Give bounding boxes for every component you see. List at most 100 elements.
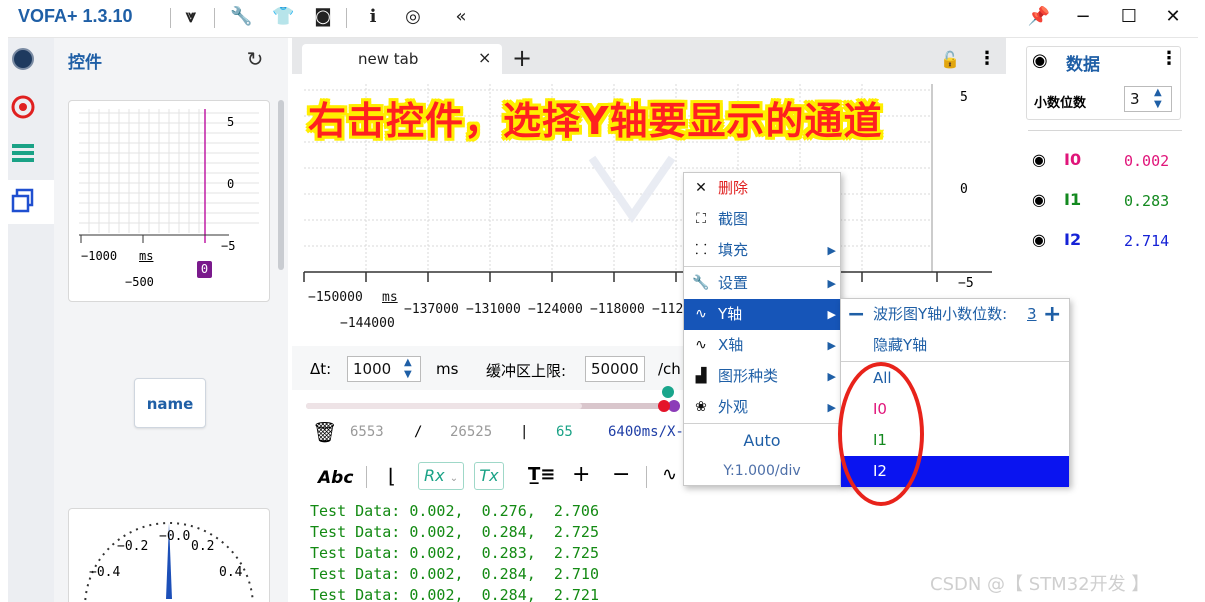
maximize-icon[interactable]: ☐ — [1114, 4, 1144, 30]
control-panel-scrollbar[interactable] — [278, 100, 284, 270]
rx-label: Rx — [424, 466, 445, 485]
plot-y-tick: −5 — [958, 276, 974, 291]
record-icon[interactable] — [8, 92, 38, 122]
eye-icon[interactable]: ◉ — [1032, 190, 1046, 209]
eye-icon[interactable]: ◉ — [1032, 230, 1046, 249]
text-format-icon[interactable]: T̲≡ — [528, 464, 555, 485]
widgets-icon[interactable] — [8, 186, 38, 216]
mini-wave-y-tick: 0 — [227, 177, 235, 191]
decimals-input[interactable]: 3 — [1124, 86, 1172, 112]
data-more-icon[interactable]: ⋮ — [1160, 48, 1178, 69]
context-menu: ✕ 删除 ⛶ 截图 ⸬ 填充 ▶ 🔧 设置 ▶ ∿ Y轴 ▶ ∿ X轴 ▶ ▟ … — [683, 172, 841, 486]
connection-dot-icon[interactable] — [8, 44, 38, 74]
channel-handles-icon[interactable] — [654, 384, 684, 418]
watermark: CSDN @【 STM32开发 】 — [930, 574, 1150, 595]
menu-item-label: 删除 — [718, 179, 749, 197]
gauge-tick: −0.2 — [117, 539, 149, 554]
submenu-decimals-row: − 波形图Y轴小数位数: 3 + — [841, 299, 1069, 330]
text-mode-button[interactable]: Abc — [318, 468, 353, 488]
mini-wave-y-tick: 5 — [227, 115, 235, 129]
decimals-value: 3 — [1130, 90, 1140, 108]
shirt-icon[interactable]: 👕 — [272, 6, 294, 28]
menu-item-y-axis[interactable]: ∿ Y轴 ▶ — [684, 299, 840, 330]
annotation-overlay: 右击控件，选择Y轴要显示的通道 — [308, 99, 883, 143]
menu-item-label: X轴 — [718, 336, 744, 354]
palette-icon: ❀ — [695, 399, 707, 415]
plot-x-tick: −124000 — [528, 302, 583, 317]
vofa-logo-icon[interactable]: ⩔ — [180, 6, 202, 28]
channel-row-i2[interactable]: ◉ I2 2.714 — [1030, 230, 1190, 254]
dt-spinner-icon[interactable]: ▲ ▼ — [404, 357, 412, 381]
eye-icon[interactable]: ◉ — [1032, 150, 1046, 169]
submenu-hide-y-axis[interactable]: 隐藏Y轴 — [841, 330, 1069, 361]
submenu-arrow-icon: ▶ — [827, 308, 836, 321]
screenshot-icon[interactable]: ◙ — [312, 6, 334, 28]
menu-item-settings[interactable]: 🔧 设置 ▶ — [684, 268, 840, 299]
submenu-arrow-icon: ▶ — [827, 370, 836, 383]
eye-icon[interactable]: ◉ — [1032, 50, 1048, 71]
console-line: Test Data: 0.002, 0.284, 2.721 — [310, 586, 599, 602]
name-button[interactable]: name — [134, 378, 206, 428]
increment-icon[interactable]: + — [1043, 299, 1061, 330]
mini-wave-x-tick: −1000 — [81, 249, 118, 263]
highlight-ellipse — [838, 362, 924, 506]
channel-row-i1[interactable]: ◉ I1 0.283 — [1030, 190, 1190, 214]
menu-item-delete[interactable]: ✕ 删除 — [684, 173, 840, 204]
buffer-value: 50000 — [591, 360, 639, 378]
rx-chevron-icon: ⌄ — [449, 473, 459, 484]
console-line: Test Data: 0.002, 0.284, 2.725 — [310, 523, 599, 541]
plot-x-unit: ms — [382, 290, 398, 305]
plot-x-tick: −118000 — [590, 302, 645, 317]
decimals-spinner-icon[interactable]: ▲ ▼ — [1154, 87, 1162, 111]
menu-item-auto[interactable]: Auto — [684, 425, 840, 456]
gauge-tick: 0.2 — [191, 539, 215, 554]
channel-value: 2.714 — [1124, 232, 1170, 250]
submenu-arrow-icon: ▶ — [827, 277, 836, 290]
menu-item-label: 设置 — [718, 274, 749, 292]
data-list-icon[interactable] — [8, 138, 38, 168]
wrench-icon[interactable]: 🔧 — [230, 6, 252, 28]
collapse-icon[interactable]: « — [450, 6, 472, 28]
menu-item-appearance[interactable]: ❀ 外观 ▶ — [684, 392, 840, 423]
plot-x-tick: −137000 — [404, 302, 459, 317]
gauge-tick: 0.4 — [219, 565, 243, 580]
decrement-icon[interactable]: − — [847, 299, 865, 330]
menu-item-fill[interactable]: ⸬ 填充 ▶ — [684, 235, 840, 266]
add-tab-icon[interactable]: + — [512, 44, 532, 72]
gauge-widget[interactable]: −0.2 −0.0 0.2 −0.4 0.4 — [68, 508, 270, 602]
rx-toggle[interactable]: Rx ⌄ — [418, 462, 464, 490]
pin-icon[interactable]: 📌 — [1024, 4, 1054, 30]
gauge-tick: −0.0 — [159, 529, 191, 544]
unlock-icon[interactable]: 🔓 — [940, 50, 960, 69]
submenu-hide-label: 隐藏Y轴 — [873, 336, 928, 354]
menu-separator — [684, 266, 840, 267]
fingerprint-icon[interactable]: ◎ — [402, 6, 424, 28]
console-line: Test Data: 0.002, 0.284, 2.710 — [310, 565, 599, 583]
menu-item-chart-type[interactable]: ▟ 图形种类 ▶ — [684, 361, 840, 392]
menu-item-screenshot[interactable]: ⛶ 截图 — [684, 204, 840, 235]
menu-item-x-axis[interactable]: ∿ X轴 ▶ — [684, 330, 840, 361]
zoom-out-button[interactable]: − — [612, 462, 630, 487]
fill-icon: ⸬ — [695, 242, 707, 258]
plot-x-tick: −112 — [652, 302, 684, 317]
hook-icon[interactable]: ⌊ — [388, 464, 396, 488]
submenu-decimals-value[interactable]: 3 — [1027, 299, 1037, 330]
zoom-in-button[interactable]: + — [572, 462, 590, 487]
mini-wave-x-tick: −500 — [125, 275, 154, 289]
gauge-tick: −0.4 — [89, 565, 121, 580]
info-icon[interactable]: i — [362, 6, 384, 28]
refresh-icon[interactable]: ↻ — [244, 48, 266, 70]
minimize-icon[interactable]: − — [1068, 4, 1098, 30]
buffer-input[interactable]: 50000 — [585, 356, 645, 382]
channel-row-i0[interactable]: ◉ I0 0.002 — [1030, 150, 1190, 174]
more-options-icon[interactable]: ⋮ — [978, 48, 996, 69]
buffer-label: 缓冲区上限: — [486, 362, 567, 380]
timeline-slider-fill — [306, 403, 582, 409]
titlebar-separator — [346, 8, 347, 28]
mini-waveform-widget[interactable]: 5 0 −5 −1000 ms −500 0 — [68, 100, 270, 302]
close-icon[interactable]: ✕ — [1158, 4, 1188, 30]
tab-close-icon[interactable]: × — [478, 48, 491, 67]
wave-tool-icon[interactable]: ∿ — [662, 464, 677, 485]
tx-toggle[interactable]: Tx — [474, 462, 504, 490]
trash-icon[interactable]: 🗑 — [312, 420, 337, 444]
